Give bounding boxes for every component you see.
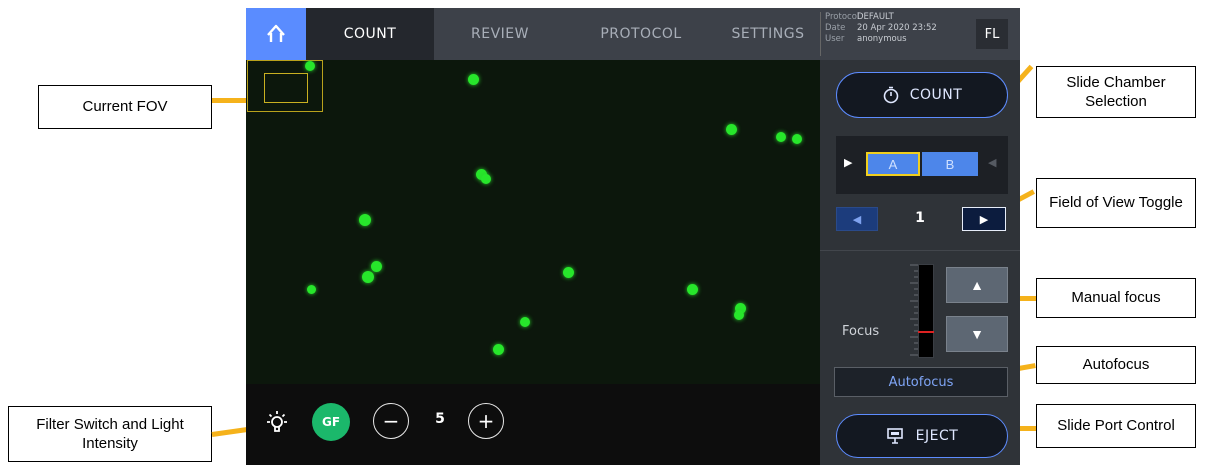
- chamber-b-button[interactable]: B: [922, 152, 978, 176]
- focus-position-marker[interactable]: [918, 331, 934, 333]
- triangle-left-icon: ◀: [852, 213, 862, 226]
- intensity-increase-button[interactable]: +: [468, 403, 504, 439]
- light-bulb-icon: [267, 411, 287, 432]
- control-panel: COUNT ▶ A B ◀ ◀ 1 ▶ Focus ▲ ▼ Autofocus …: [820, 60, 1020, 465]
- tab-review[interactable]: REVIEW: [434, 8, 566, 60]
- cell: [687, 284, 698, 295]
- triangle-up-icon: ▲: [970, 277, 984, 293]
- autofocus-button[interactable]: Autofocus: [834, 367, 1008, 397]
- fluorescence-viewer[interactable]: [246, 60, 820, 384]
- callout-autofocus: Autofocus: [1036, 346, 1196, 384]
- callout-fov-toggle: Field of View Toggle: [1036, 178, 1196, 228]
- eject-button-label: EJECT: [915, 428, 959, 444]
- date-value: 20 Apr 2020 23:52: [857, 23, 937, 33]
- leader-current-fov: [212, 98, 250, 103]
- cell: [371, 261, 382, 272]
- light-intensity-value: 5: [435, 411, 445, 427]
- current-fov-indicator: [264, 73, 308, 103]
- user-value: anonymous: [857, 34, 907, 44]
- eject-button[interactable]: EJECT: [836, 414, 1008, 458]
- home-button[interactable]: [246, 8, 306, 60]
- callout-filter-switch: Filter Switch and Light Intensity: [8, 406, 212, 462]
- top-nav-bar: COUNT REVIEW PROTOCOL SETTINGS Protocol D…: [246, 8, 1020, 60]
- triangle-down-icon: ▼: [970, 326, 984, 342]
- fov-previous-button[interactable]: ◀: [836, 207, 878, 231]
- cell: [792, 134, 802, 144]
- focus-label: Focus: [842, 324, 880, 339]
- home-icon: [267, 24, 285, 42]
- cell: [493, 344, 504, 355]
- chamber-right-arrow-icon[interactable]: ◀: [988, 156, 996, 169]
- cell: [468, 74, 479, 85]
- callout-current-fov: Current FOV: [38, 85, 212, 129]
- fov-number: 1: [915, 210, 925, 226]
- focus-down-button[interactable]: ▼: [946, 316, 1008, 352]
- chamber-a-button[interactable]: A: [866, 152, 920, 176]
- cell: [305, 61, 315, 71]
- intensity-decrease-button[interactable]: −: [373, 403, 409, 439]
- fl-button[interactable]: FL: [976, 19, 1008, 49]
- filter-bar: GF − 5 +: [246, 384, 820, 465]
- protocol-value: DEFAULT: [857, 12, 894, 22]
- eject-slide-icon: [886, 428, 903, 444]
- cell: [776, 132, 786, 142]
- filter-toggle-button[interactable]: GF: [312, 403, 350, 441]
- cell: [726, 124, 737, 135]
- cell: [359, 214, 371, 226]
- cell: [307, 285, 316, 294]
- user-label: User: [825, 34, 845, 44]
- count-button-label: COUNT: [909, 87, 963, 103]
- app-window: COUNT REVIEW PROTOCOL SETTINGS Protocol D…: [246, 8, 1020, 465]
- cell: [362, 271, 374, 283]
- tab-protocol[interactable]: PROTOCOL: [566, 8, 716, 60]
- focus-up-button[interactable]: ▲: [946, 267, 1008, 303]
- date-label: Date: [825, 23, 846, 33]
- cell: [563, 267, 574, 278]
- cell: [734, 310, 744, 320]
- session-info: Protocol DEFAULT Date 20 Apr 2020 23:52 Us…: [820, 12, 970, 56]
- tab-settings[interactable]: SETTINGS: [716, 8, 820, 60]
- stopwatch-icon: [883, 86, 899, 104]
- tab-count[interactable]: COUNT: [306, 8, 434, 60]
- fov-next-button[interactable]: ▶: [962, 207, 1006, 231]
- triangle-right-icon: ▶: [979, 213, 989, 226]
- protocol-label: Protocol: [825, 12, 860, 22]
- callout-slide-port: Slide Port Control: [1036, 404, 1196, 448]
- cell: [520, 317, 530, 327]
- slide-chamber-selector: ▶ A B ◀: [836, 136, 1008, 194]
- focus-slider-track[interactable]: [918, 264, 934, 358]
- cell: [481, 174, 491, 184]
- count-button[interactable]: COUNT: [836, 72, 1008, 118]
- panel-divider: [820, 250, 1020, 251]
- callout-slide-chamber: Slide Chamber Selection: [1036, 66, 1196, 118]
- chamber-left-arrow-icon[interactable]: ▶: [844, 156, 852, 169]
- callout-manual-focus: Manual focus: [1036, 278, 1196, 318]
- light-button[interactable]: [262, 408, 292, 438]
